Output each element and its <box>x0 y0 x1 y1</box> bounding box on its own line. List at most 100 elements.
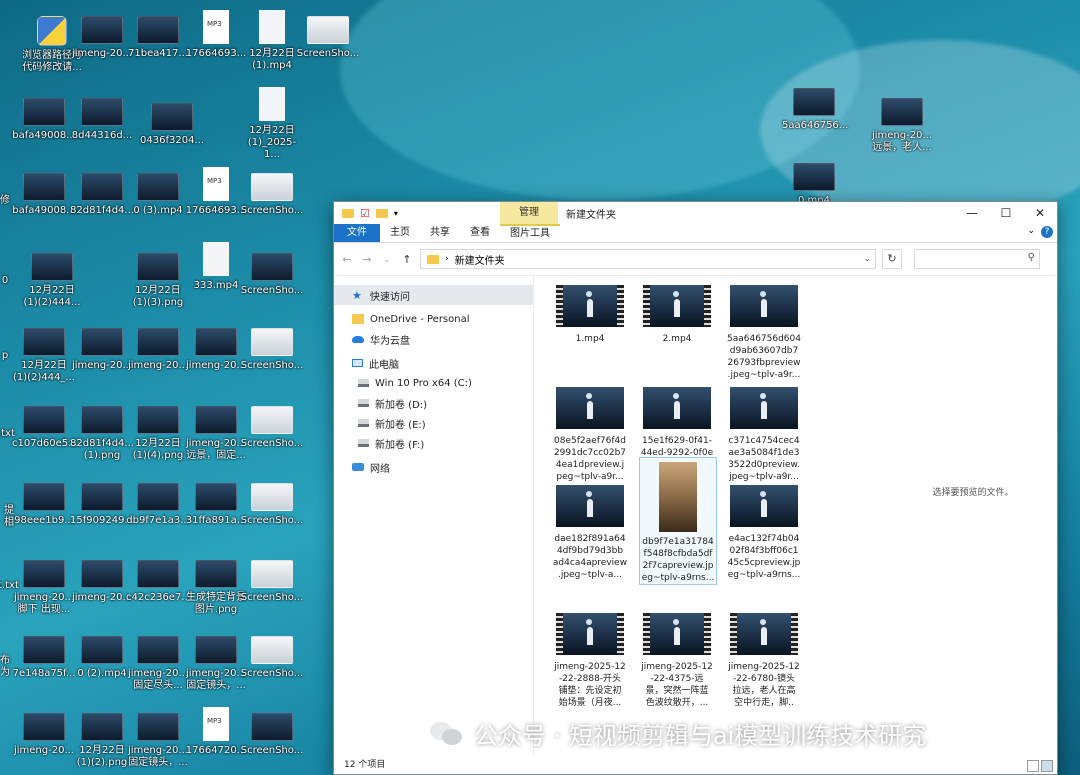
desktop-icon[interactable]: 8d44316d... <box>70 90 134 160</box>
properties-icon[interactable]: ☑ <box>360 207 370 220</box>
desktop-icon[interactable]: jimeng-20... <box>70 320 134 390</box>
desktop-icon[interactable]: 0 (2).mp4 <box>70 628 134 698</box>
desktop-icon[interactable]: bafa49008... <box>12 90 76 160</box>
desktop-icon[interactable]: 71bea417... <box>126 8 190 78</box>
desktop-icon[interactable]: jimeng-20... <box>70 552 134 622</box>
desktop-icon[interactable]: ScreenSho... <box>240 320 304 390</box>
title-bar[interactable]: ☑ ▾ 管理 新建文件夹 — ☐ ✕ <box>334 202 1057 224</box>
desktop-icon[interactable]: 31ffa891a... <box>184 475 248 545</box>
desktop-icon[interactable]: jimeng-20... <box>12 705 76 775</box>
desktop-icon[interactable]: ScreenSho... <box>240 245 304 315</box>
nav-item[interactable]: 新加卷 (D:) <box>334 393 533 413</box>
nav-item[interactable]: 新加卷 (F:) <box>334 433 533 453</box>
desktop-icon[interactable]: ScreenSho... <box>240 705 304 775</box>
close-button[interactable]: ✕ <box>1023 202 1057 224</box>
file-item[interactable]: 1.mp4 <box>552 281 628 345</box>
tab-view[interactable]: 查看 <box>460 224 500 242</box>
tab-share[interactable]: 共享 <box>420 224 460 242</box>
up-button[interactable]: ↑ <box>400 253 414 266</box>
file-item[interactable]: jimeng-2025-12 -22-4375-远 景，突然一阵蓝 色波纹散开，… <box>639 609 715 709</box>
desktop-icon[interactable]: 12月22日 (1)(3).png <box>126 245 190 315</box>
search-input[interactable]: ⚲ <box>914 249 1040 269</box>
nav-item[interactable]: 网络 <box>334 457 533 477</box>
desktop-icon[interactable]: 7e148a75f... <box>12 628 76 698</box>
desktop-icon[interactable]: db9f7e1a3... <box>126 475 190 545</box>
help-icon[interactable]: ? <box>1041 226 1053 238</box>
breadcrumb-current[interactable]: 新建文件夹 <box>455 252 505 267</box>
back-button[interactable]: ← <box>340 253 354 266</box>
recent-locations-icon[interactable]: ⌄ <box>380 255 394 264</box>
desktop-icon[interactable]: 98eee1b9... <box>12 475 76 545</box>
refresh-button[interactable]: ↻ <box>882 249 902 269</box>
desktop-icon[interactable]: c107d60e5... <box>12 398 78 468</box>
desktop-icon-partial[interactable]: 0 <box>0 275 12 305</box>
nav-item[interactable]: 新加卷 (E:) <box>334 413 533 433</box>
desktop-icon[interactable]: jimeng-20... 远景，老人... <box>870 90 934 160</box>
file-item[interactable]: 08e5f2aef76f4d 2991dc7cc02b7 4ea1dprevie… <box>552 383 628 483</box>
desktop-icon[interactable]: jimeng-20... <box>184 320 248 390</box>
desktop-icon[interactable]: c42c236e7... <box>126 552 191 622</box>
desktop-icon[interactable]: bafa49008... <box>12 165 76 235</box>
desktop-icon[interactable]: 5aa646756... <box>782 80 848 150</box>
file-explorer-window[interactable]: ☑ ▾ 管理 新建文件夹 — ☐ ✕ 文件 主页 共享 查看 图片工具 ⌄ ? … <box>333 201 1058 775</box>
desktop-icon[interactable]: jimeng-20... <box>70 8 134 78</box>
desktop-icon[interactable]: 82d81f4d4... (1).png <box>70 398 134 468</box>
desktop-icon[interactable]: ScreenSho... <box>240 398 304 468</box>
desktop-icon[interactable]: jimeng-20... 脚下 出现... <box>12 552 76 622</box>
nav-item[interactable]: OneDrive - Personal <box>334 309 533 329</box>
expand-ribbon-icon[interactable]: ⌄ <box>1027 226 1035 238</box>
nav-item[interactable]: 此电脑 <box>334 353 533 373</box>
desktop-icon[interactable]: 15f909249... <box>70 475 134 545</box>
desktop-icon[interactable]: ScreenSho... <box>240 552 304 622</box>
file-item[interactable]: jimeng-2025-12 -22-6780-镜头 拉远，老人在高 空中行走，… <box>726 609 802 709</box>
desktop-icon[interactable]: 生成特定背景 图片.png <box>184 552 248 622</box>
minimize-button[interactable]: — <box>955 202 989 224</box>
desktop-icon[interactable]: ScreenSho... <box>240 165 304 235</box>
nav-item[interactable]: ★ 快速访问 <box>334 285 533 305</box>
tab-file[interactable]: 文件 <box>334 224 380 242</box>
desktop-icon-partial[interactable]: .txt <box>0 428 15 458</box>
large-icons-view-icon[interactable] <box>1041 760 1053 772</box>
file-item[interactable]: dae182f891a64 4df9bd79d3bb ad4ca4aprevie… <box>552 481 628 581</box>
new-folder-icon[interactable] <box>375 208 388 218</box>
desktop-icon[interactable]: jimeng-20... 远景，固定... <box>184 398 248 468</box>
file-item[interactable]: 2.mp4 <box>639 281 715 345</box>
desktop-icon-partial[interactable]: 布 为 <box>0 655 12 685</box>
desktop-icon[interactable]: 82d81f4d4... <box>70 165 134 235</box>
manage-tab[interactable]: 管理 <box>500 202 558 224</box>
desktop-icon[interactable]: jimeng-20... 固定尽头... <box>126 628 190 698</box>
desktop-icon[interactable]: 12月22日 (1)_2025-1... <box>240 85 304 160</box>
desktop-icon[interactable]: 17664693... <box>184 165 248 235</box>
desktop-icon[interactable]: 333.mp4 <box>184 240 248 310</box>
desktop-icon[interactable]: 17664693... <box>184 8 248 78</box>
details-view-icon[interactable] <box>1027 760 1039 772</box>
file-item[interactable]: 5aa646756d604 d9ab63607db7 26793fbprevie… <box>726 281 802 381</box>
forward-button[interactable]: → <box>360 253 374 266</box>
nav-item[interactable]: Win 10 Pro x64 (C:) <box>334 373 533 393</box>
desktop-icon-partial[interactable]: p <box>0 350 12 380</box>
maximize-button[interactable]: ☐ <box>989 202 1023 224</box>
desktop-icon-partial[interactable]: 修 <box>0 195 12 225</box>
desktop-icon[interactable]: 12月22日 (1)(4).png <box>126 398 190 468</box>
desktop-icon[interactable]: jimeng-20... <box>126 320 190 390</box>
desktop-icon[interactable]: ScreenSho... <box>296 8 360 78</box>
desktop-icon-partial[interactable]: 提 相 <box>2 505 16 535</box>
file-item[interactable]: jimeng-2025-12 -22-2888-开头 铺垫：先设定初 始场景（月… <box>552 609 628 709</box>
desktop-icon[interactable]: 0 (3).mp4 <box>126 165 190 235</box>
file-item[interactable]: db9f7e1a31784 f548f8cfbda5df 2f7caprevie… <box>639 457 717 585</box>
tab-home[interactable]: 主页 <box>380 224 420 242</box>
desktop-icon[interactable]: 12月22日 (1)(2)444... <box>20 245 84 315</box>
desktop-icon[interactable]: 12月22日 (1)(2).png <box>70 705 134 775</box>
tab-picture-tools[interactable]: 图片工具 <box>500 224 560 242</box>
desktop-icon[interactable]: 0436f3204... <box>140 95 204 165</box>
desktop-icon[interactable]: 12月22日 (1).mp4 <box>240 8 304 78</box>
desktop-icon[interactable]: ScreenSho... <box>240 475 304 545</box>
desktop-icon[interactable]: 17664720... <box>184 705 248 775</box>
file-item[interactable]: e4ac132f74b04 02f84f3bff06c1 45c5cprevie… <box>726 481 802 581</box>
address-bar[interactable]: › 新建文件夹 ⌄ <box>420 249 876 269</box>
desktop-icon[interactable]: ScreenSho... <box>240 628 304 698</box>
chevron-down-icon[interactable]: ⌄ <box>863 254 871 264</box>
file-item[interactable]: c371c4754cec4 ae3a5084f1de3 3522d0previe… <box>726 383 802 483</box>
nav-item[interactable]: 华为云盘 <box>334 329 533 349</box>
desktop-icon[interactable]: jimeng-20... 固定镜头，... <box>184 628 248 698</box>
